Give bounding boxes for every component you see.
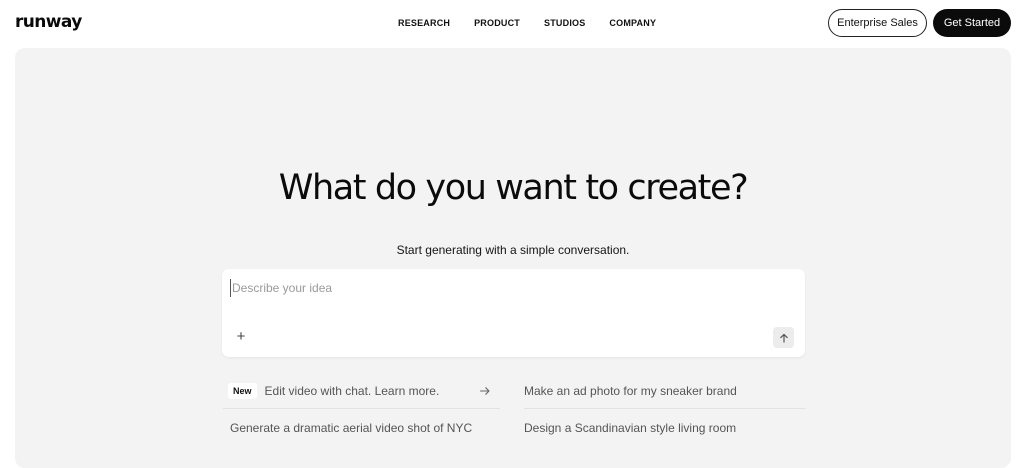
nav-link-research[interactable]: RESEARCH xyxy=(398,18,450,28)
suggestion-edit-video[interactable]: New Edit video with chat. Learn more. xyxy=(223,373,500,409)
top-nav: runway RESEARCH PRODUCT STUDIOS COMPANY … xyxy=(0,0,1024,48)
suggestion-text: Make an ad photo for my sneaker brand xyxy=(524,383,737,398)
suggestion-text: Design a Scandinavian style living room xyxy=(524,421,737,435)
prompt-input[interactable] xyxy=(230,279,790,297)
suggestion-text: Edit video with chat. Learn more. xyxy=(264,383,440,398)
new-badge: New xyxy=(228,382,257,399)
suggestion-aerial-video[interactable]: Generate a dramatic aerial video shot of… xyxy=(223,410,500,446)
prompt-box: + xyxy=(222,269,805,357)
arrow-right-icon xyxy=(479,387,490,395)
suggestion-living-room[interactable]: Design a Scandinavian style living room xyxy=(524,410,805,446)
nav-link-product[interactable]: PRODUCT xyxy=(474,18,520,28)
nav-link-company[interactable]: COMPANY xyxy=(609,18,656,28)
plus-icon[interactable]: + xyxy=(234,329,248,344)
hero-section: What do you want to create? Start genera… xyxy=(15,48,1011,468)
runway-logo[interactable]: runway xyxy=(15,12,82,32)
suggestion-text: Generate a dramatic aerial video shot of… xyxy=(230,421,473,435)
arrow-up-icon xyxy=(779,333,788,343)
get-started-button[interactable]: Get Started xyxy=(933,9,1011,37)
send-button[interactable] xyxy=(773,327,794,348)
nav-link-studios[interactable]: STUDIOS xyxy=(544,18,585,28)
hero-subline: Start generating with a simple conversat… xyxy=(396,243,630,257)
enterprise-sales-button[interactable]: Enterprise Sales xyxy=(828,9,927,37)
suggestion-ad-photo[interactable]: Make an ad photo for my sneaker brand xyxy=(524,373,805,409)
nav-links: RESEARCH PRODUCT STUDIOS COMPANY xyxy=(398,18,656,28)
hero-headline: What do you want to create? xyxy=(278,168,749,208)
